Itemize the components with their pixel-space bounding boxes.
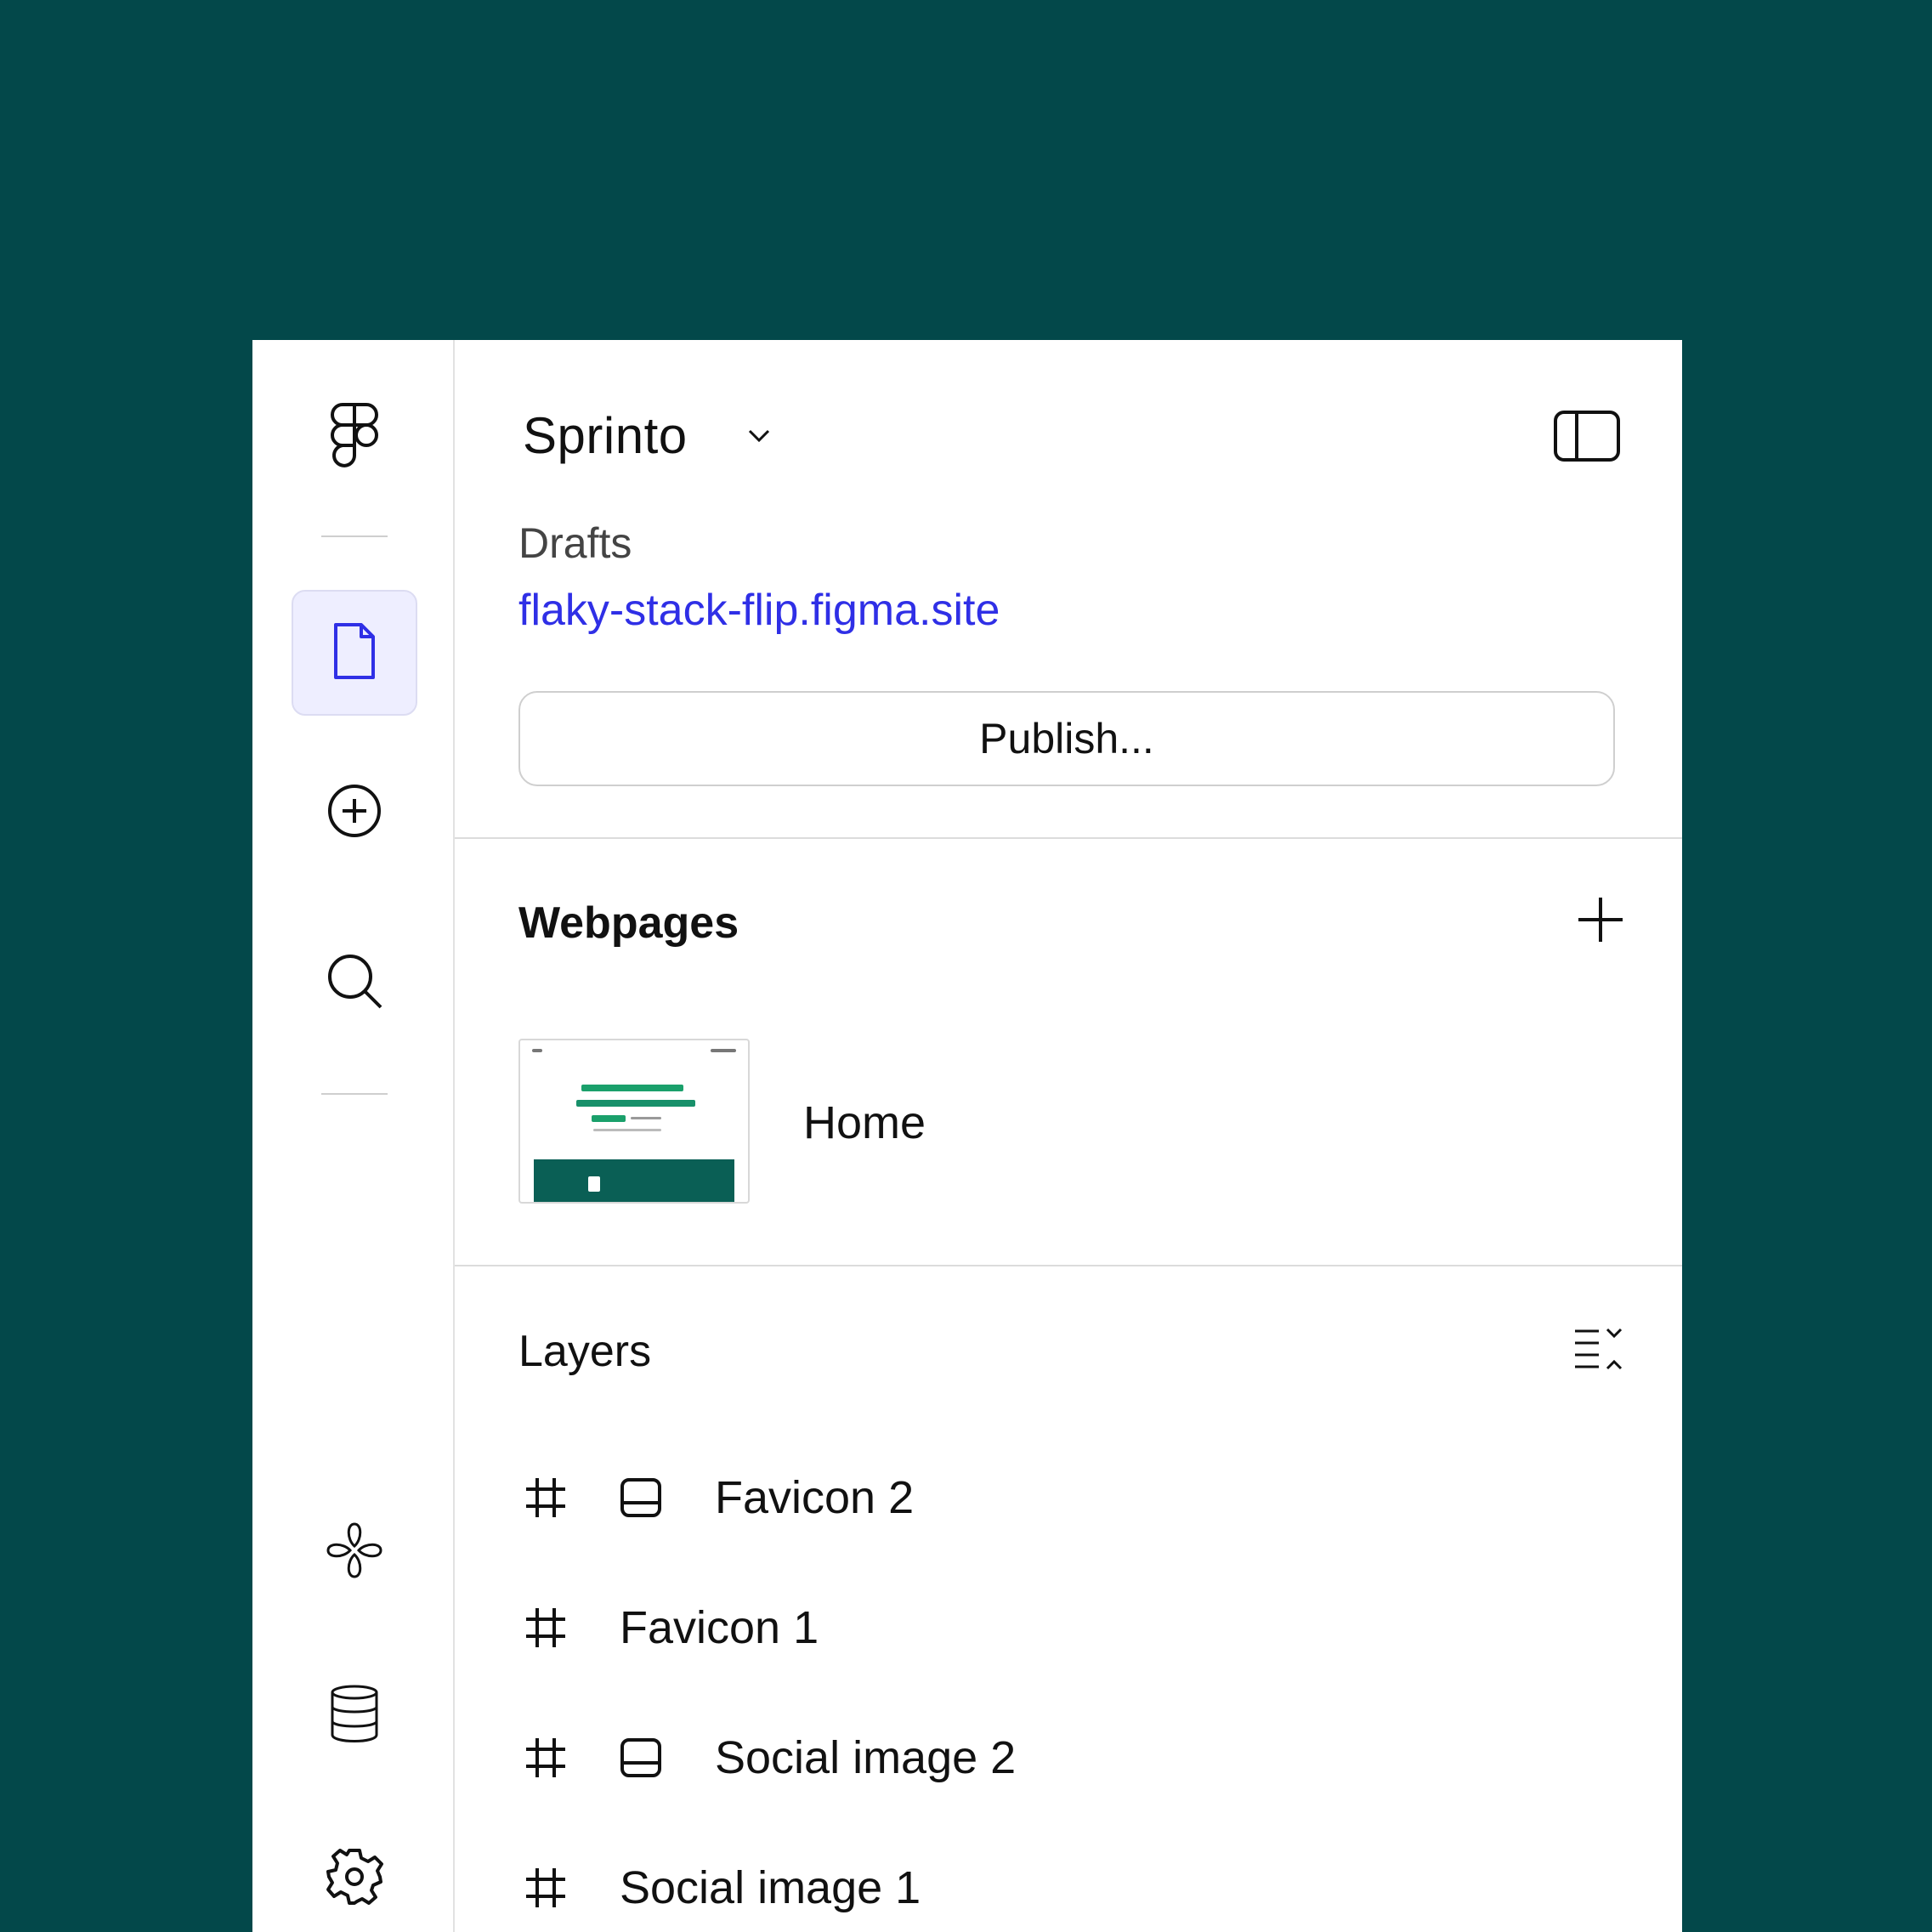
layer-label: Favicon 2 — [715, 1472, 915, 1523]
section-divider — [455, 1265, 1682, 1266]
layer-label: Social image 2 — [715, 1732, 1017, 1783]
component-icon — [620, 1477, 671, 1518]
page-name[interactable]: Home — [803, 1096, 926, 1149]
layer-row[interactable]: Favicon 2 — [523, 1464, 914, 1532]
layer-label: Favicon 1 — [620, 1602, 819, 1653]
add-circle-icon[interactable] — [292, 748, 417, 874]
layers-heading: Layers — [518, 1327, 652, 1376]
panel-toggle-icon[interactable] — [1553, 410, 1621, 467]
add-page-icon[interactable] — [1577, 896, 1624, 948]
thumbnail-button — [588, 1176, 600, 1192]
page-thumbnail[interactable] — [518, 1039, 750, 1204]
collapse-layers-icon[interactable] — [1573, 1326, 1628, 1378]
pages-button[interactable] — [292, 590, 417, 716]
figma-logo-icon[interactable] — [292, 372, 417, 498]
frame-icon — [523, 1865, 577, 1911]
gear-icon[interactable] — [292, 1814, 417, 1932]
page-icon — [332, 621, 377, 685]
database-icon[interactable] — [292, 1651, 417, 1776]
component-icon — [620, 1737, 671, 1778]
frame-icon — [523, 1475, 577, 1521]
publish-button[interactable]: Publish... — [518, 691, 1615, 786]
icon-rail — [252, 340, 455, 1932]
site-url-link[interactable]: flaky-stack-flip.figma.site — [518, 585, 1000, 636]
thumbnail-banner — [534, 1159, 734, 1202]
site-name: Sprinto — [523, 407, 688, 464]
site-switcher[interactable]: Sprinto — [523, 406, 771, 465]
rail-divider — [321, 1093, 388, 1095]
main-content: Sprinto Drafts flaky-stack-flip.figma.si… — [455, 340, 1682, 1932]
section-divider — [455, 837, 1682, 839]
layer-row[interactable]: Favicon 1 — [523, 1594, 819, 1662]
search-icon[interactable] — [292, 918, 417, 1044]
frame-icon — [523, 1605, 577, 1651]
webpages-heading: Webpages — [518, 898, 739, 948]
layer-row[interactable]: Social image 1 — [523, 1854, 921, 1922]
layer-label: Social image 1 — [620, 1862, 921, 1913]
publish-status: Drafts — [518, 519, 632, 567]
frame-icon — [523, 1735, 577, 1781]
chevron-down-icon — [747, 428, 771, 444]
plugin-icon[interactable] — [292, 1487, 417, 1613]
layer-row[interactable]: Social image 2 — [523, 1724, 1016, 1792]
rail-divider — [321, 535, 388, 537]
sites-panel: Sprinto Drafts flaky-stack-flip.figma.si… — [252, 340, 1682, 1932]
